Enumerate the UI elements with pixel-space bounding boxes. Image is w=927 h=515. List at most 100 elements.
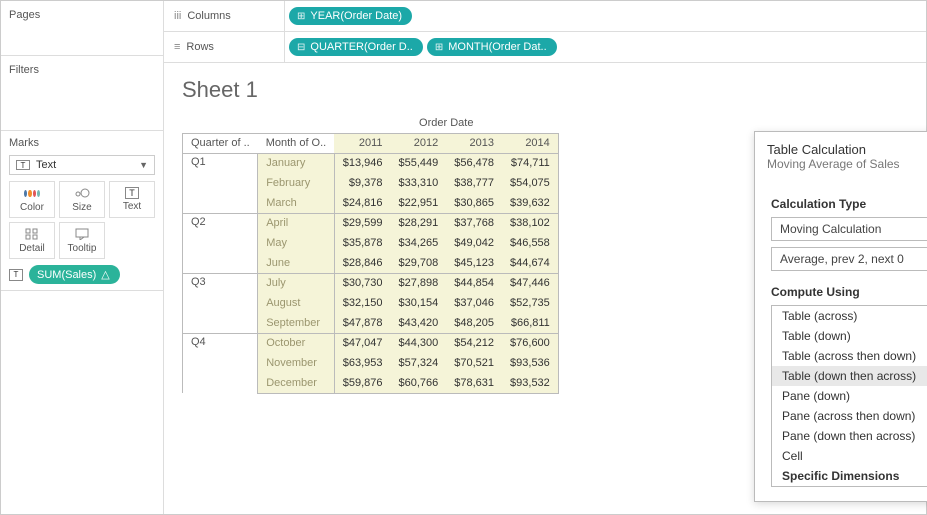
month-cell[interactable]: September — [258, 313, 335, 333]
marks-text-button[interactable]: T Text — [109, 181, 155, 218]
compute-option[interactable]: Pane (across then down) — [772, 406, 927, 426]
value-cell[interactable]: $47,878 — [334, 313, 390, 333]
value-cell[interactable]: $34,265 — [391, 233, 447, 253]
marks-card-title: Marks — [9, 137, 155, 149]
year-header[interactable]: 2011 — [334, 133, 390, 153]
quarter-cell[interactable]: Q2 — [183, 213, 258, 273]
value-cell[interactable]: $13,946 — [334, 153, 390, 173]
rows-pill-1[interactable]: ⊞MONTH(Order Dat.. — [427, 38, 557, 56]
value-cell[interactable]: $37,046 — [446, 293, 502, 313]
value-cell[interactable]: $29,708 — [391, 253, 447, 273]
sum-sales-pill[interactable]: SUM(Sales) △ — [29, 265, 120, 284]
value-cell[interactable]: $30,154 — [391, 293, 447, 313]
value-cell[interactable]: $63,953 — [334, 353, 390, 373]
month-cell[interactable]: December — [258, 373, 335, 393]
value-cell[interactable]: $59,876 — [334, 373, 390, 393]
marks-detail-button[interactable]: Detail — [9, 222, 55, 259]
month-cell[interactable]: March — [258, 193, 335, 213]
compute-option[interactable]: Table (across then down) — [772, 346, 927, 366]
month-cell[interactable]: May — [258, 233, 335, 253]
value-cell[interactable]: $27,898 — [391, 273, 447, 293]
month-cell[interactable]: February — [258, 173, 335, 193]
marks-tooltip-button[interactable]: Tooltip — [59, 222, 105, 259]
value-cell[interactable]: $38,777 — [446, 173, 502, 193]
value-cell[interactable]: $47,047 — [334, 333, 390, 353]
columns-pill-0[interactable]: ⊞YEAR(Order Date) — [289, 7, 412, 25]
month-cell[interactable]: April — [258, 213, 335, 233]
compute-option[interactable]: Specific Dimensions — [772, 466, 927, 486]
quarter-cell[interactable]: Q4 — [183, 333, 258, 393]
value-cell[interactable]: $54,075 — [502, 173, 558, 193]
quarter-cell[interactable]: Q1 — [183, 153, 258, 213]
value-cell[interactable]: $33,310 — [391, 173, 447, 193]
value-cell[interactable]: $28,291 — [391, 213, 447, 233]
value-cell[interactable]: $9,378 — [334, 173, 390, 193]
value-cell[interactable]: $47,446 — [502, 273, 558, 293]
value-cell[interactable]: $57,324 — [391, 353, 447, 373]
value-cell[interactable]: $46,558 — [502, 233, 558, 253]
month-cell[interactable]: July — [258, 273, 335, 293]
value-cell[interactable]: $24,816 — [334, 193, 390, 213]
columns-label: Columns — [187, 10, 230, 22]
compute-option[interactable]: Pane (down then across) — [772, 426, 927, 446]
value-cell[interactable]: $56,478 — [446, 153, 502, 173]
columns-shelf[interactable]: ⊞YEAR(Order Date) — [284, 1, 926, 31]
month-cell[interactable]: October — [258, 333, 335, 353]
year-header[interactable]: 2014 — [502, 133, 558, 153]
sheet-title[interactable]: Sheet 1 — [182, 77, 908, 103]
value-cell[interactable]: $44,300 — [391, 333, 447, 353]
month-cell[interactable]: August — [258, 293, 335, 313]
year-header[interactable]: 2013 — [446, 133, 502, 153]
tooltip-icon — [74, 227, 90, 241]
value-cell[interactable]: $78,631 — [446, 373, 502, 393]
value-cell[interactable]: $48,205 — [446, 313, 502, 333]
quarter-cell[interactable]: Q3 — [183, 273, 258, 333]
value-cell[interactable]: $28,846 — [334, 253, 390, 273]
value-cell[interactable]: $29,599 — [334, 213, 390, 233]
compute-using-label: Compute Using — [771, 285, 927, 299]
mark-type-dropdown[interactable]: T Text ▼ — [9, 155, 155, 175]
value-cell[interactable]: $37,768 — [446, 213, 502, 233]
month-cell[interactable]: November — [258, 353, 335, 373]
value-cell[interactable]: $93,532 — [502, 373, 558, 393]
compute-option[interactable]: Pane (down) — [772, 386, 927, 406]
calc-type-dropdown[interactable]: Moving Calculation ▼ — [771, 217, 927, 241]
compute-option[interactable]: Table (down then across) — [772, 366, 927, 386]
year-header[interactable]: 2012 — [391, 133, 447, 153]
compute-option[interactable]: Cell — [772, 446, 927, 466]
marks-color-button[interactable]: Color — [9, 181, 55, 218]
value-cell[interactable]: $55,449 — [391, 153, 447, 173]
value-cell[interactable]: $70,521 — [446, 353, 502, 373]
value-cell[interactable]: $60,766 — [391, 373, 447, 393]
value-cell[interactable]: $38,102 — [502, 213, 558, 233]
value-cell[interactable]: $43,420 — [391, 313, 447, 333]
value-cell[interactable]: $54,212 — [446, 333, 502, 353]
value-cell[interactable]: $39,632 — [502, 193, 558, 213]
value-cell[interactable]: $76,600 — [502, 333, 558, 353]
calc-type-label: Calculation Type — [771, 197, 927, 211]
value-cell[interactable]: $74,711 — [502, 153, 558, 173]
value-cell[interactable]: $32,150 — [334, 293, 390, 313]
compute-option[interactable]: Table (down) — [772, 326, 927, 346]
value-cell[interactable]: $30,865 — [446, 193, 502, 213]
value-cell[interactable]: $44,854 — [446, 273, 502, 293]
value-cell[interactable]: $66,811 — [502, 313, 558, 333]
month-cell[interactable]: June — [258, 253, 335, 273]
value-cell[interactable]: $52,735 — [502, 293, 558, 313]
rows-pill-0[interactable]: ⊟QUARTER(Order D.. — [289, 38, 423, 56]
value-cell[interactable]: $30,730 — [334, 273, 390, 293]
quarter-header[interactable]: Quarter of .. — [183, 133, 258, 153]
value-cell[interactable]: $49,042 — [446, 233, 502, 253]
month-cell[interactable]: January — [258, 153, 335, 173]
value-cell[interactable]: $45,123 — [446, 253, 502, 273]
month-header[interactable]: Month of O.. — [258, 133, 335, 153]
rows-shelf[interactable]: ⊟QUARTER(Order D..⊞MONTH(Order Dat.. — [284, 32, 926, 62]
calc-avg-dropdown[interactable]: Average, prev 2, next 0 ▼ — [771, 247, 927, 271]
compute-option[interactable]: Table (across) — [772, 306, 927, 326]
value-cell[interactable]: $22,951 — [391, 193, 447, 213]
compute-using-listbox[interactable]: Table (across)Table (down)Table (across … — [771, 305, 927, 487]
marks-size-button[interactable]: Size — [59, 181, 105, 218]
value-cell[interactable]: $93,536 — [502, 353, 558, 373]
value-cell[interactable]: $44,674 — [502, 253, 558, 273]
value-cell[interactable]: $35,878 — [334, 233, 390, 253]
